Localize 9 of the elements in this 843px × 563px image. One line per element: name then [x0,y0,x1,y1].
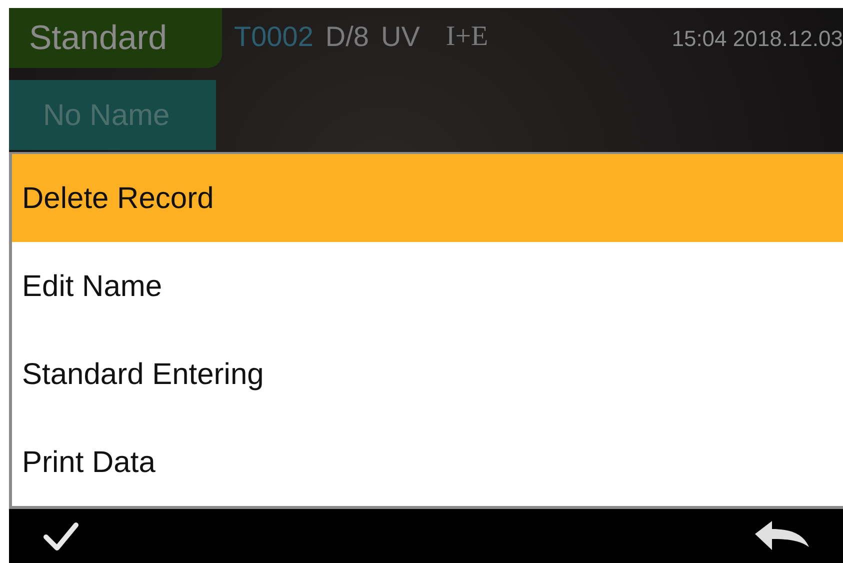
mode-label: I+E [446,20,488,54]
geometry-label: D/8 [325,20,369,54]
menu-item[interactable]: Delete Record [12,154,843,242]
checkmark-icon[interactable] [43,520,79,552]
datetime: 15:04 2018.12.03 [672,25,843,53]
back-arrow-icon[interactable] [755,521,809,551]
record-id: T0002 [234,20,314,54]
uv-label: UV [380,20,420,54]
mode-tab[interactable]: Standard [9,8,222,68]
